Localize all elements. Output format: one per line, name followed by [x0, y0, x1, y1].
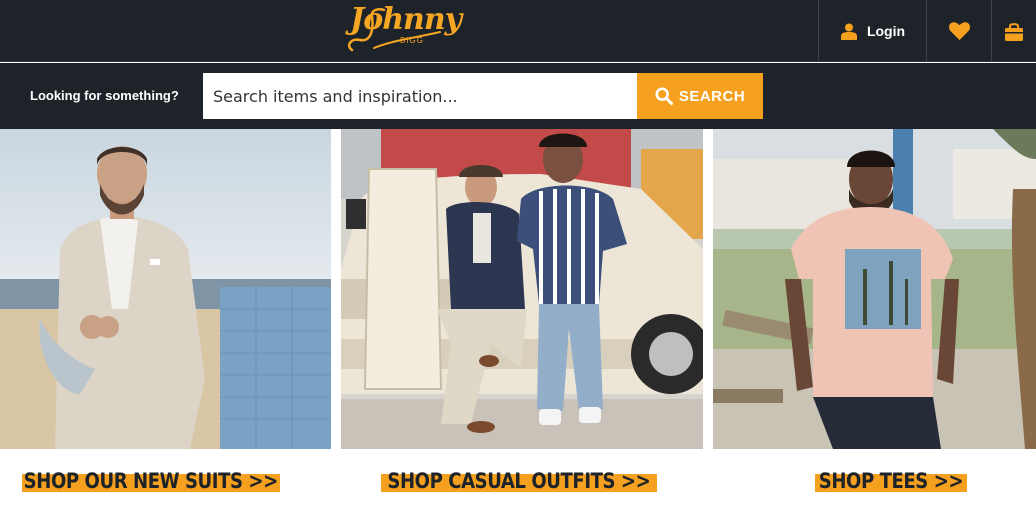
login-button[interactable]: Login [820, 0, 926, 62]
cart-button[interactable] [992, 0, 1036, 62]
tees-promo-image[interactable] [713, 129, 1036, 449]
logo-word: Johnny [350, 2, 462, 37]
brand-logo[interactable]: Johnny BIGG [344, 2, 462, 60]
search-button-label: SEARCH [678, 87, 746, 105]
shop-suits-label: SHOP OUR NEW SUITS >> [23, 469, 279, 493]
suits-promo-image[interactable] [0, 129, 331, 449]
casual-outfits-promo-image[interactable] [341, 129, 703, 449]
shop-tees-label: SHOP TEES >> [818, 469, 964, 493]
search-button[interactable]: SEARCH [637, 73, 763, 119]
heart-icon [948, 22, 970, 40]
wishlist-button[interactable] [927, 0, 991, 62]
search-prompt: Looking for something? [30, 88, 179, 103]
search-icon [655, 87, 673, 105]
shop-casual-outfits-label: SHOP CASUAL OUTFITS >> [387, 469, 651, 493]
logo-sub: BIGG [400, 36, 425, 45]
shop-casual-outfits-link[interactable]: SHOP CASUAL OUTFITS >> [381, 466, 657, 496]
login-label: Login [866, 23, 906, 39]
site-header: Johnny BIGG Login [0, 0, 1036, 62]
header-divider [818, 0, 819, 62]
user-icon [840, 23, 857, 40]
search-bar: Looking for something? SEARCH [0, 63, 1036, 129]
search-input[interactable] [203, 73, 637, 119]
shopping-bag-icon [1005, 22, 1023, 41]
shop-suits-link[interactable]: SHOP OUR NEW SUITS >> [22, 466, 280, 496]
shop-tees-link[interactable]: SHOP TEES >> [815, 466, 967, 496]
